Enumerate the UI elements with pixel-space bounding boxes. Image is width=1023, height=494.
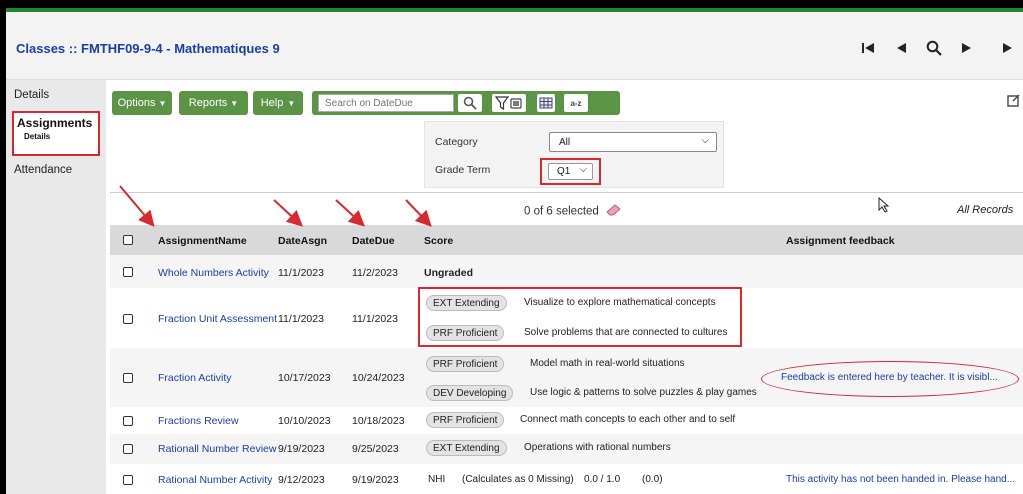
- chevron-down-icon: ⌵: [579, 164, 587, 175]
- options-button[interactable]: Options ▼: [112, 91, 172, 115]
- selected-count: 0 of 6 selected: [524, 204, 622, 219]
- score-percent: (0.0): [642, 474, 663, 485]
- search-input[interactable]: [318, 94, 454, 112]
- all-records-label: All Records: [957, 204, 1014, 216]
- next-record-icon[interactable]: [955, 36, 979, 60]
- table-row: Rationall Number Review 9/19/2023 9/25/2…: [110, 434, 1023, 464]
- date-asgn: 10/17/2023: [278, 372, 331, 384]
- help-button[interactable]: Help ▼: [253, 91, 303, 115]
- table-row: Fractions Review 10/10/2023 10/18/2023 P…: [110, 407, 1023, 434]
- row-checkbox[interactable]: [123, 416, 133, 426]
- row-checkbox[interactable]: [123, 475, 133, 485]
- row-checkbox[interactable]: [123, 267, 133, 277]
- chevron-down-icon: ▼: [158, 98, 167, 108]
- selection-bar: 0 of 6 selected All Records: [110, 192, 1023, 225]
- date-asgn: 11/1/2023: [278, 313, 324, 325]
- last-record-icon[interactable]: [998, 36, 1018, 60]
- score-description: Use logic & patterns to solve puzzles & …: [530, 387, 757, 398]
- score-description: Operations with rational numbers: [524, 442, 671, 453]
- first-record-icon[interactable]: [856, 36, 880, 60]
- date-due: 10/18/2023: [352, 415, 405, 427]
- score-points: 0.0 / 1.0: [584, 474, 621, 485]
- chevron-down-icon: ▼: [287, 98, 296, 108]
- assignment-name-link[interactable]: Rational Number Activity: [158, 474, 272, 486]
- date-due: 10/24/2023: [352, 372, 405, 384]
- reports-label: Reports: [188, 97, 228, 109]
- date-due: 9/25/2023: [352, 443, 399, 455]
- assignment-name-link[interactable]: Whole Numbers Activity: [158, 267, 269, 279]
- score-highlight-box: [418, 287, 742, 347]
- col-header-assignment-feedback[interactable]: Assignment feedback: [786, 235, 895, 247]
- date-asgn: 11/1/2023: [278, 267, 324, 279]
- options-label: Options: [117, 97, 156, 109]
- assignment-name-link[interactable]: Rationall Number Review: [158, 443, 276, 455]
- nav-item-details[interactable]: Details: [6, 89, 106, 101]
- col-header-date-due[interactable]: DateDue: [352, 235, 395, 247]
- table-header: AssignmentName DateAsgn DateDue Score As…: [110, 225, 1023, 255]
- select-all-checkbox[interactable]: [123, 235, 133, 245]
- page-title: Classes :: FMTHF09-9-4 - Mathematiques 9: [16, 41, 280, 56]
- score-description: Connect math concepts to each other and …: [520, 414, 736, 425]
- chevron-down-icon: ▼: [230, 98, 239, 108]
- assignment-name-link[interactable]: Fractions Review: [158, 415, 239, 427]
- score-description: Model math in real-world situations: [530, 358, 685, 369]
- date-due: 11/2/2023: [352, 267, 398, 279]
- sort-az-icon[interactable]: a-z: [564, 94, 588, 112]
- table-row: Fraction Activity 10/17/2023 10/24/2023 …: [110, 348, 1023, 407]
- search-icon[interactable]: [458, 94, 482, 112]
- nav-item-attendance[interactable]: Attendance: [6, 164, 106, 176]
- score-text: Ungraded: [424, 267, 474, 279]
- grade-term-label: Grade Term: [435, 164, 491, 176]
- assignment-name-link[interactable]: Fraction Activity: [158, 372, 232, 384]
- col-header-score[interactable]: Score: [424, 235, 453, 247]
- table-row: Rational Number Activity 9/12/2023 9/19/…: [110, 464, 1023, 494]
- score-badge: PRF Proficient: [426, 412, 505, 428]
- feedback-highlight-ellipse: [761, 361, 1019, 397]
- score-badge: EXT Extending: [426, 440, 507, 456]
- date-asgn: 9/12/2023: [278, 474, 325, 486]
- nav-assignments-label: Assignments: [17, 116, 93, 130]
- nav-item-assignments[interactable]: Assignments Details: [12, 111, 100, 156]
- table-row: Whole Numbers Activity 11/1/2023 11/2/20…: [110, 255, 1023, 288]
- eraser-icon[interactable]: [606, 204, 622, 219]
- grade-term-select[interactable]: Q1 ⌵: [548, 163, 593, 180]
- selected-count-text: 0 of 6 selected: [524, 205, 599, 218]
- score-code: NHI: [428, 474, 446, 485]
- left-nav: Details Assignments Details Attendance: [6, 80, 106, 494]
- filter-icon[interactable]: [492, 94, 526, 112]
- help-label: Help: [260, 97, 284, 109]
- col-header-assignment-name[interactable]: AssignmentName: [158, 235, 247, 247]
- title-bar: Classes :: FMTHF09-9-4 - Mathematiques 9: [6, 12, 1023, 80]
- assignment-name-link[interactable]: Fraction Unit Assessment: [158, 313, 277, 325]
- date-asgn: 10/10/2023: [278, 415, 331, 427]
- mouse-cursor-icon: [878, 196, 890, 216]
- category-select[interactable]: All ⌵: [549, 132, 717, 152]
- date-due: 11/1/2023: [352, 313, 398, 325]
- nav-assignments-sub-label[interactable]: Details: [24, 132, 98, 141]
- table-row: Fraction Unit Assessment 11/1/2023 11/1/…: [110, 287, 1023, 348]
- date-due: 9/19/2023: [352, 474, 399, 486]
- search-toolbar: a-z: [312, 91, 620, 115]
- row-checkbox[interactable]: [123, 314, 133, 324]
- table-view-icon[interactable]: [537, 94, 555, 112]
- category-value: All: [559, 137, 571, 148]
- col-header-date-asgn[interactable]: DateAsgn: [278, 235, 327, 247]
- score-badge: PRF Proficient: [426, 356, 505, 372]
- app-frame: Classes :: FMTHF09-9-4 - Mathematiques 9…: [6, 8, 1023, 494]
- category-label: Category: [435, 136, 478, 148]
- assignment-feedback-link[interactable]: This activity has not been handed in. Pl…: [786, 474, 1015, 485]
- grade-term-value: Q1: [557, 166, 571, 177]
- filter-panel: Category All ⌵ Grade Term Q1 ⌵: [424, 121, 724, 188]
- date-asgn: 9/19/2023: [278, 443, 325, 455]
- search-icon[interactable]: [922, 36, 946, 60]
- expand-icon[interactable]: [1007, 94, 1021, 108]
- score-note: (Calculates as 0 Missing): [462, 474, 574, 485]
- grade-term-highlight: Q1 ⌵: [540, 158, 601, 185]
- reports-button[interactable]: Reports ▼: [179, 91, 248, 115]
- previous-record-icon[interactable]: [889, 36, 913, 60]
- row-checkbox[interactable]: [123, 373, 133, 383]
- score-badge: DEV Developing: [426, 385, 514, 401]
- row-checkbox[interactable]: [123, 444, 133, 454]
- chevron-down-icon: ⌵: [701, 135, 709, 146]
